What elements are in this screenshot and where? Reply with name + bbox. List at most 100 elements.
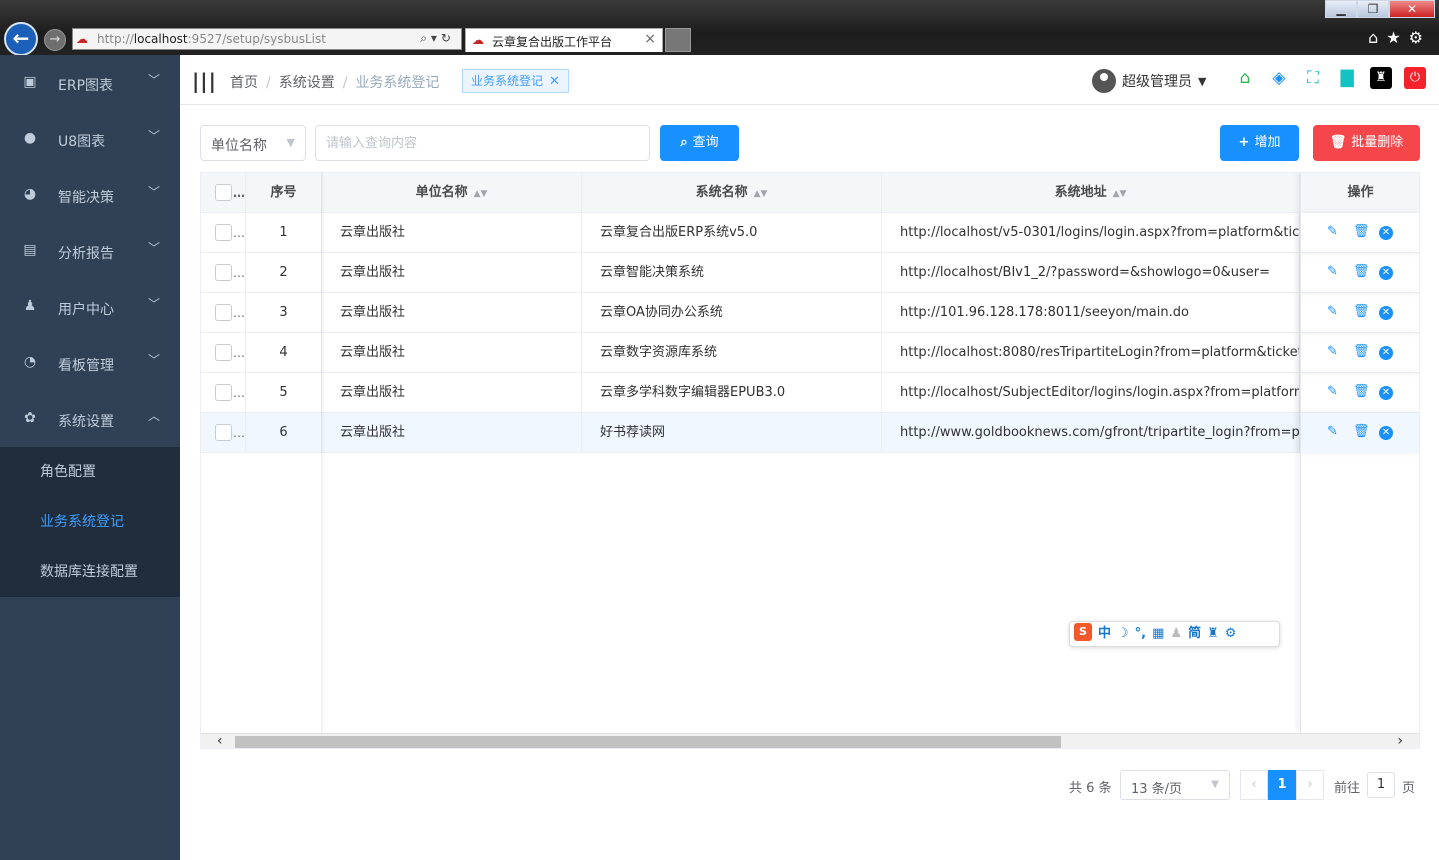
sidebar-subitem-business-system[interactable]: 业务系统登记: [0, 497, 180, 547]
browser-tab[interactable]: ☁ 云章复合出版工作平台 ×: [465, 28, 663, 52]
ime-logo-icon[interactable]: S: [1074, 623, 1092, 641]
search-input[interactable]: [315, 125, 650, 161]
trash-icon[interactable]: 🗑: [1353, 344, 1370, 360]
table-row[interactable]: … 3 云章出版社 云章OA协同办公系统 http://101.96.128.178:8…: [201, 293, 1419, 333]
close-circle-icon[interactable]: ✕: [1379, 426, 1393, 440]
close-circle-icon[interactable]: ✕: [1379, 306, 1393, 320]
trash-icon[interactable]: 🗑: [1353, 264, 1370, 280]
header-unit[interactable]: 单位名称 ▲▼: [322, 173, 582, 213]
breadcrumb-home[interactable]: 首页: [230, 75, 258, 91]
home-icon[interactable]: ⌂: [1368, 28, 1386, 47]
trash-icon[interactable]: 🗑: [1353, 424, 1370, 440]
punctuation-icon[interactable]: °,: [1135, 622, 1146, 646]
home-icon[interactable]: ⌂: [1234, 67, 1256, 89]
sidebar-item-report[interactable]: ▤ 分析报告 ﹀: [0, 223, 180, 279]
keyboard-icon[interactable]: ▦: [1152, 622, 1164, 646]
user-icon: ♟: [23, 298, 37, 314]
edit-icon[interactable]: ✎: [1327, 264, 1338, 280]
maximize-icon[interactable]: ❐: [1357, 0, 1389, 18]
field-select[interactable]: 单位名称 ▼: [200, 125, 306, 161]
sidebar-item-user-center[interactable]: ♟ 用户中心 ﹀: [0, 279, 180, 335]
select-all-checkbox[interactable]: [215, 184, 232, 201]
sidebar-item-dashboard[interactable]: ◔ 看板管理 ﹀: [0, 335, 180, 391]
trash-icon[interactable]: 🗑: [1353, 224, 1370, 240]
sidebar-subitem-db-connection[interactable]: 数据库连接配置: [0, 547, 180, 597]
close-window-icon[interactable]: ✕: [1389, 0, 1435, 18]
table-row[interactable]: … 1 云章出版社 云章复合出版ERP系统v5.0 http://localhost/v…: [201, 213, 1419, 253]
sort-icon[interactable]: ▲▼: [474, 189, 488, 199]
back-button[interactable]: ←: [4, 22, 38, 56]
gear-icon[interactable]: ⚙: [1409, 28, 1431, 47]
row-checkbox[interactable]: [215, 384, 232, 401]
ime-simplified[interactable]: 简: [1188, 622, 1201, 646]
scroll-left-icon[interactable]: ‹: [217, 733, 223, 748]
tag-close-icon[interactable]: ✕: [549, 74, 560, 89]
trash-icon: 🗑: [1329, 135, 1347, 150]
page-size-select[interactable]: 13 条/页 ▼: [1120, 770, 1230, 800]
star-icon[interactable]: ★: [1386, 28, 1408, 47]
batch-delete-button[interactable]: 🗑 批量删除: [1313, 125, 1420, 161]
horizontal-scrollbar[interactable]: ‹ ›: [201, 733, 1419, 748]
edit-icon[interactable]: ✎: [1327, 344, 1338, 360]
hamburger-icon[interactable]: |||: [192, 69, 217, 93]
trash-icon[interactable]: 🗑: [1353, 384, 1370, 400]
table-row[interactable]: … 2 云章出版社 云章智能决策系统 http://localhost/BIv1_2/?…: [201, 253, 1419, 293]
address-tools[interactable]: ⌕▾↻: [420, 31, 455, 46]
person-icon[interactable]: ♟: [1170, 622, 1182, 646]
bar-chart-icon[interactable]: ▇: [1336, 67, 1358, 89]
edit-icon[interactable]: ✎: [1327, 224, 1338, 240]
sort-icon[interactable]: ▲▼: [1113, 189, 1127, 199]
header-address[interactable]: 系统地址 ▲▼: [882, 173, 1300, 213]
skin-icon[interactable]: ♜: [1207, 622, 1219, 646]
address-bar[interactable]: ☁ http://localhost:9527/setup/sysbusList…: [72, 28, 462, 50]
sidebar-subitem-roles[interactable]: 角色配置: [0, 447, 180, 497]
trash-icon[interactable]: 🗑: [1353, 304, 1370, 320]
tab-close-icon[interactable]: ×: [644, 31, 656, 47]
minimize-icon[interactable]: ▁: [1325, 0, 1357, 18]
close-circle-icon[interactable]: ✕: [1379, 346, 1393, 360]
query-button[interactable]: ⌕ 查询: [660, 125, 739, 161]
sidebar-item-u8-chart[interactable]: ● U8图表 ﹀: [0, 111, 180, 167]
prev-page-button[interactable]: ‹: [1240, 770, 1268, 800]
header-system[interactable]: 系统名称 ▲▼: [582, 173, 882, 213]
row-check-label: …: [233, 346, 245, 360]
user-menu[interactable]: 超级管理员 ▼: [1092, 69, 1206, 93]
ime-mode[interactable]: 中: [1098, 622, 1111, 646]
edit-icon[interactable]: ✎: [1327, 384, 1338, 400]
edit-icon[interactable]: ✎: [1327, 424, 1338, 440]
scrollbar-thumb[interactable]: [235, 736, 1061, 748]
next-page-button[interactable]: ›: [1296, 770, 1324, 800]
row-checkbox[interactable]: [215, 344, 232, 361]
table-row[interactable]: … 4 云章出版社 云章数字资源库系统 http://localhost:8080/re…: [201, 333, 1419, 373]
tag-business-system[interactable]: 业务系统登记 ✕: [462, 69, 569, 93]
row-checkbox[interactable]: [215, 304, 232, 321]
fullscreen-icon[interactable]: ⛶: [1302, 67, 1324, 89]
goto-page-input[interactable]: 1: [1367, 772, 1395, 798]
row-check-label: …: [233, 306, 245, 320]
close-circle-icon[interactable]: ✕: [1379, 386, 1393, 400]
layers-icon[interactable]: ◈: [1268, 67, 1290, 89]
close-circle-icon[interactable]: ✕: [1379, 226, 1393, 240]
theme-icon[interactable]: ♜: [1370, 67, 1392, 89]
moon-icon[interactable]: ☽: [1117, 622, 1129, 646]
edit-icon[interactable]: ✎: [1327, 304, 1338, 320]
row-checkbox[interactable]: [215, 424, 232, 441]
scroll-right-icon[interactable]: ›: [1397, 733, 1403, 748]
close-circle-icon[interactable]: ✕: [1379, 266, 1393, 280]
sidebar-item-decision[interactable]: ◕ 智能决策 ﹀: [0, 167, 180, 223]
new-tab-button[interactable]: [665, 28, 691, 52]
page-number-current[interactable]: 1: [1268, 770, 1296, 800]
table-row[interactable]: … 5 云章出版社 云章多学科数字编辑器EPUB3.0 http://localhost…: [201, 373, 1419, 413]
sidebar-item-erp-chart[interactable]: ▣ ERP图表 ﹀: [0, 55, 180, 111]
sort-icon[interactable]: ▲▼: [754, 189, 768, 199]
row-checkbox[interactable]: [215, 224, 232, 241]
add-button[interactable]: + 增加: [1220, 125, 1299, 161]
sidebar-item-label: 智能决策: [58, 190, 114, 206]
breadcrumb-settings[interactable]: 系统设置: [279, 75, 335, 91]
logout-icon[interactable]: ⏻: [1404, 67, 1426, 89]
ime-settings-icon[interactable]: ⚙: [1225, 622, 1237, 646]
table-row[interactable]: … 6 云章出版社 好书荐读网 http://www.goldbooknews.com/…: [201, 413, 1419, 453]
sidebar-item-settings[interactable]: ✿ 系统设置 ︿: [0, 391, 180, 447]
forward-button[interactable]: →: [44, 29, 66, 51]
row-checkbox[interactable]: [215, 264, 232, 281]
